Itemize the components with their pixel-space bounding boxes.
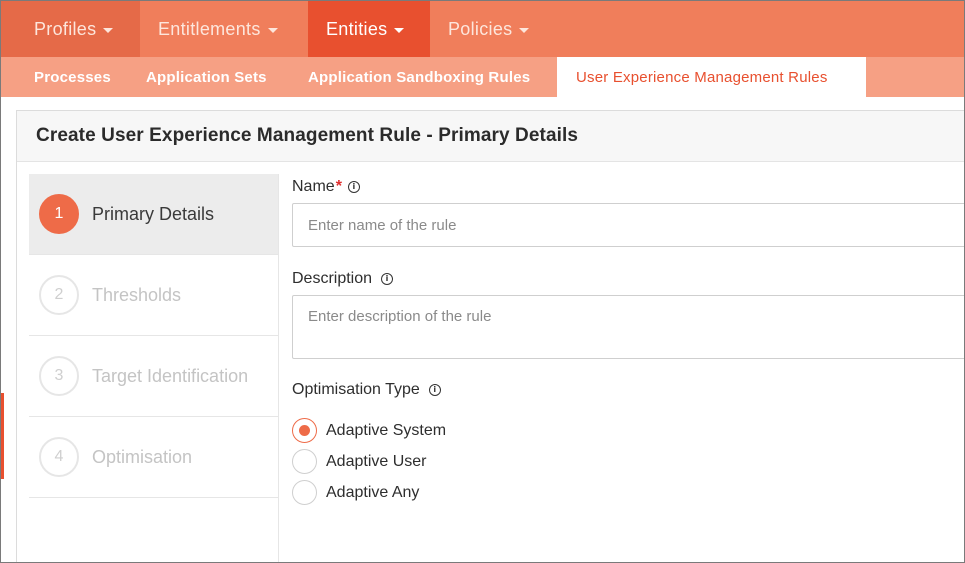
- optimisation-label-row: Optimisation Type i: [292, 379, 964, 401]
- wizard-steps: 1 Primary Details 2 Thresholds 3 Target …: [29, 174, 278, 498]
- panel-title: Create User Experience Management Rule -…: [17, 111, 964, 162]
- description-placeholder: Enter description of the rule: [308, 308, 492, 325]
- nav-profiles-label: Profiles: [34, 18, 97, 39]
- divider: [278, 174, 279, 562]
- step-label: Thresholds: [92, 284, 182, 305]
- radio-adaptive-system[interactable]: Adaptive System: [292, 415, 964, 446]
- radio-adaptive-user[interactable]: Adaptive User: [292, 446, 964, 477]
- radio-label: Adaptive System: [326, 421, 447, 439]
- nav-entities-label: Entities: [326, 18, 388, 39]
- nav-entitlements[interactable]: Entitlements: [140, 1, 308, 57]
- info-icon[interactable]: i: [347, 181, 360, 193]
- edge-marker: [1, 393, 4, 479]
- radio-button[interactable]: [292, 449, 317, 474]
- name-placeholder: Enter name of the rule: [308, 216, 457, 234]
- nav-entities[interactable]: Entities: [308, 1, 430, 57]
- info-icon[interactable]: i: [381, 273, 394, 285]
- name-label: Name: [292, 178, 335, 195]
- radio-label: Adaptive Any: [326, 483, 420, 501]
- description-textarea[interactable]: Enter description of the rule: [292, 295, 964, 359]
- radio-adaptive-any[interactable]: Adaptive Any: [292, 477, 964, 508]
- subnav-user-experience-management-rules[interactable]: User Experience Management Rules: [557, 57, 866, 97]
- chevron-down-icon: [103, 27, 114, 33]
- nav-policies[interactable]: Policies: [430, 1, 558, 57]
- subnav-application-sets[interactable]: Application Sets: [113, 57, 273, 97]
- nav-policies-label: Policies: [448, 18, 513, 39]
- name-label-row: Name * i: [292, 176, 964, 198]
- radio-button[interactable]: [292, 480, 317, 505]
- optimisation-type-label: Optimisation Type: [292, 381, 420, 398]
- nav-profiles[interactable]: Profiles: [1, 1, 140, 57]
- sub-navigation: Processes Application Sets Application S…: [1, 57, 964, 97]
- step-number: 3: [39, 356, 79, 396]
- step-number: 2: [39, 275, 79, 315]
- info-icon[interactable]: i: [428, 384, 441, 396]
- nav-entitlements-label: Entitlements: [158, 18, 261, 39]
- step-label: Primary Details: [92, 203, 215, 224]
- description-label: Description: [292, 270, 373, 287]
- name-input[interactable]: Enter name of the rule: [292, 203, 964, 247]
- top-navigation: Profiles Entitlements Entities Policies: [1, 1, 964, 57]
- radio-label: Adaptive User: [326, 452, 427, 470]
- step-label: Optimisation: [92, 446, 193, 467]
- subnav-processes[interactable]: Processes: [1, 57, 113, 97]
- step-primary-details[interactable]: 1 Primary Details: [29, 174, 278, 255]
- step-label: Target Identification: [92, 365, 249, 386]
- description-label-row: Description i: [292, 268, 964, 290]
- radio-button[interactable]: [292, 418, 317, 443]
- step-target-identification[interactable]: 3 Target Identification: [29, 336, 278, 417]
- chevron-down-icon: [519, 27, 530, 33]
- app-window: Profiles Entitlements Entities Policies …: [0, 0, 965, 563]
- subnav-application-sandboxing-rules[interactable]: Application Sandboxing Rules: [273, 57, 556, 97]
- step-number: 1: [39, 194, 79, 234]
- required-marker: *: [335, 178, 342, 195]
- step-optimisation[interactable]: 4 Optimisation: [29, 417, 278, 498]
- chevron-down-icon: [267, 27, 278, 33]
- chevron-down-icon: [394, 27, 405, 33]
- primary-details-form: Name * i Enter name of the rule Descripti…: [292, 174, 964, 508]
- step-number: 4: [39, 437, 79, 477]
- step-thresholds[interactable]: 2 Thresholds: [29, 255, 278, 336]
- create-rule-panel: Create User Experience Management Rule -…: [16, 110, 964, 562]
- optimisation-radio-group: Adaptive System Adaptive User Adaptive A…: [292, 415, 964, 508]
